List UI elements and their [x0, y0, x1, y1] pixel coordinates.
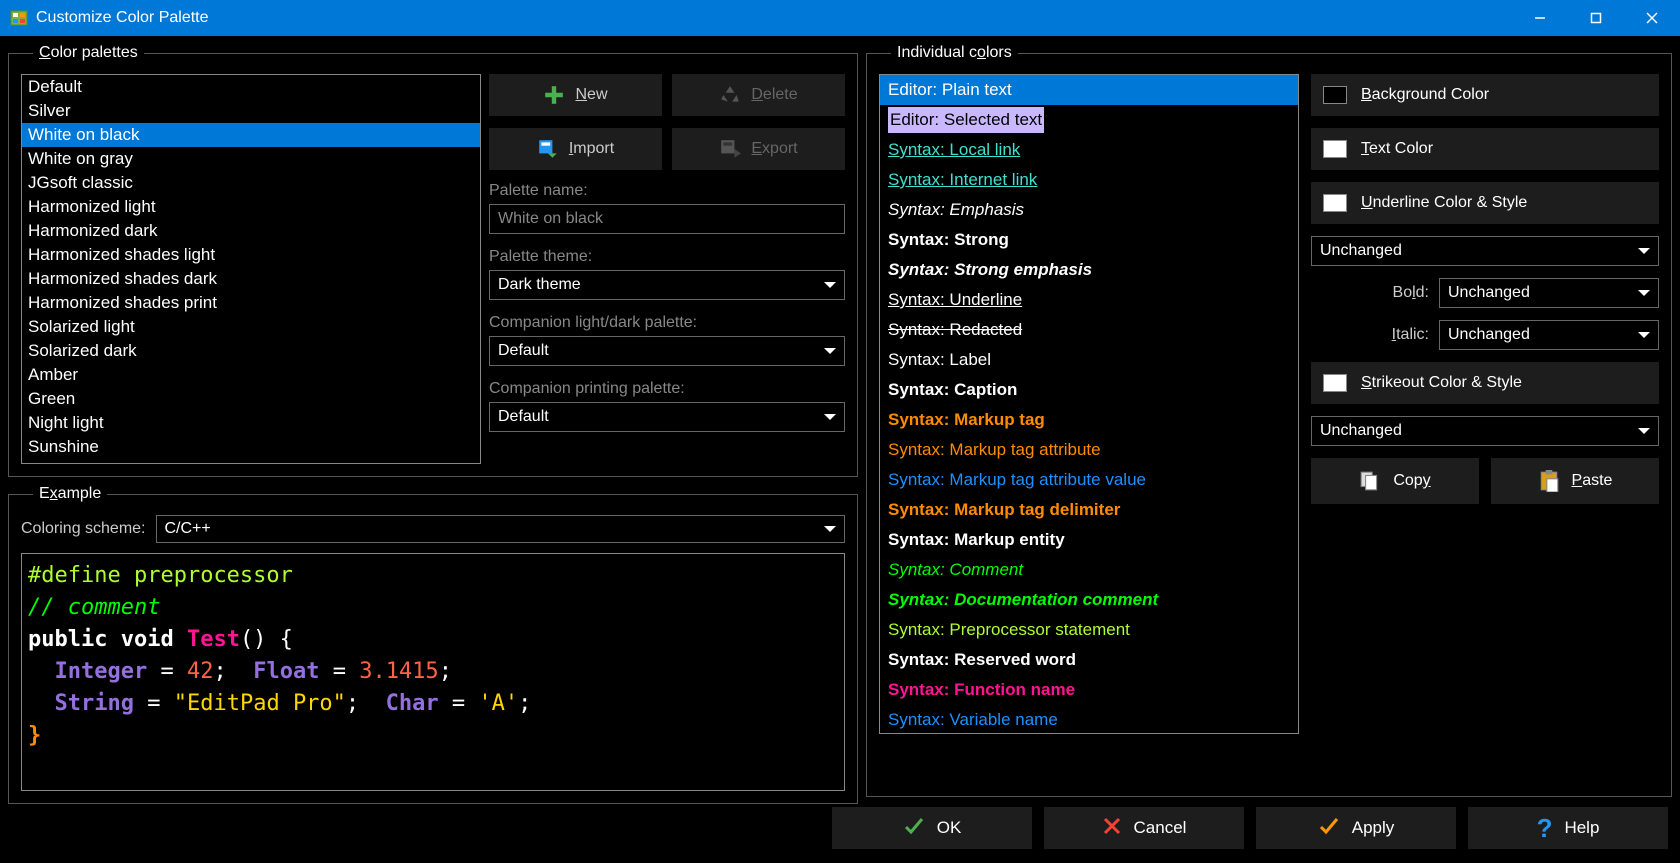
ok-button[interactable]: OK — [832, 807, 1032, 849]
plus-icon — [543, 84, 565, 106]
maximize-button[interactable] — [1568, 0, 1624, 36]
background-color-button[interactable]: Background Color — [1311, 74, 1659, 116]
palette-list-item[interactable]: Harmonized shades print — [22, 291, 480, 315]
new-button[interactable]: New — [489, 74, 662, 116]
color-list-item[interactable]: Syntax: Emphasis — [880, 195, 1298, 225]
x-icon — [1102, 816, 1122, 841]
example-group: Example Coloring scheme: C/C++ #define p… — [8, 485, 858, 804]
color-list-item[interactable]: Syntax: Documentation comment — [880, 585, 1298, 615]
palette-list-item[interactable]: Harmonized shades light — [22, 243, 480, 267]
color-list-item[interactable]: Syntax: Local link — [880, 135, 1298, 165]
palette-theme-label: Palette theme: — [489, 248, 845, 266]
color-list-item[interactable]: Syntax: Markup entity — [880, 525, 1298, 555]
individual-legend: Individual colors — [891, 44, 1018, 62]
bold-label: Bold: — [1393, 284, 1429, 302]
italic-select[interactable]: Unchanged — [1439, 320, 1659, 350]
question-icon: ? — [1537, 813, 1553, 844]
palette-list-item[interactable]: White on gray — [22, 147, 480, 171]
text-color-button[interactable]: Text Color — [1311, 128, 1659, 170]
check-icon — [1318, 815, 1340, 842]
cancel-button[interactable]: Cancel — [1044, 807, 1244, 849]
palette-theme-select[interactable]: Dark theme — [489, 270, 845, 300]
palette-list-item[interactable]: Silver — [22, 99, 480, 123]
italic-label: Italic: — [1392, 326, 1429, 344]
palette-list-item[interactable]: Log cabin — [22, 459, 480, 464]
bold-select[interactable]: Unchanged — [1439, 278, 1659, 308]
palette-list-item[interactable]: Amber — [22, 363, 480, 387]
color-list-item[interactable]: Syntax: Strong emphasis — [880, 255, 1298, 285]
copy-button[interactable]: Copy — [1311, 458, 1479, 504]
coloring-scheme-select[interactable]: C/C++ — [156, 515, 846, 543]
underline-swatch — [1323, 194, 1347, 212]
strikeout-swatch — [1323, 374, 1347, 392]
underline-color-button[interactable]: Underline Color & Style — [1311, 182, 1659, 224]
color-list-item[interactable]: Syntax: Strong — [880, 225, 1298, 255]
check-icon — [903, 815, 925, 842]
palette-list[interactable]: DefaultSilverWhite on blackWhite on gray… — [21, 74, 481, 464]
palette-list-item[interactable]: Solarized light — [22, 315, 480, 339]
window-title: Customize Color Palette — [36, 9, 209, 27]
color-list-item[interactable]: Syntax: Variable name — [880, 705, 1298, 734]
copy-icon — [1359, 470, 1381, 492]
color-list-item[interactable]: Syntax: Underline — [880, 285, 1298, 315]
individual-colors-group: Individual colors Editor: Plain textEdit… — [866, 44, 1672, 797]
app-icon — [10, 9, 28, 27]
palettes-legend: Color palettes — [33, 44, 144, 62]
paste-icon — [1538, 470, 1560, 492]
color-list-item[interactable]: Syntax: Markup tag attribute — [880, 435, 1298, 465]
titlebar: Customize Color Palette — [0, 0, 1680, 36]
export-icon — [719, 138, 741, 160]
color-list-item[interactable]: Syntax: Markup tag — [880, 405, 1298, 435]
companion-ld-label: Companion light/dark palette: — [489, 314, 845, 332]
color-list[interactable]: Editor: Plain textEditor: Selected textS… — [879, 74, 1299, 734]
import-icon — [537, 138, 559, 160]
text-swatch — [1323, 140, 1347, 158]
palette-list-item[interactable]: Default — [22, 75, 480, 99]
palette-list-item[interactable]: Sunshine — [22, 435, 480, 459]
bottom-bar: OK Cancel Apply ? Help — [0, 805, 1680, 863]
color-list-item[interactable]: Syntax: Internet link — [880, 165, 1298, 195]
export-button[interactable]: Export — [672, 128, 845, 170]
palette-list-item[interactable]: JGsoft classic — [22, 171, 480, 195]
color-list-item[interactable]: Editor: Plain text — [880, 75, 1298, 105]
color-list-item[interactable]: Syntax: Markup tag attribute value — [880, 465, 1298, 495]
color-list-item[interactable]: Syntax: Reserved word — [880, 645, 1298, 675]
import-button[interactable]: Import — [489, 128, 662, 170]
color-list-item[interactable]: Syntax: Caption — [880, 375, 1298, 405]
recycle-icon — [719, 84, 741, 106]
help-button[interactable]: ? Help — [1468, 807, 1668, 849]
companion-print-label: Companion printing palette: — [489, 380, 845, 398]
apply-button[interactable]: Apply — [1256, 807, 1456, 849]
close-button[interactable] — [1624, 0, 1680, 36]
color-list-item[interactable]: Syntax: Markup tag delimiter — [880, 495, 1298, 525]
delete-button[interactable]: Delete — [672, 74, 845, 116]
code-preview[interactable]: #define preprocessor // comment public v… — [21, 553, 845, 791]
underline-style-select[interactable]: Unchanged — [1311, 236, 1659, 266]
palette-list-item[interactable]: Harmonized light — [22, 195, 480, 219]
color-list-item[interactable]: Editor: Selected text — [880, 105, 1298, 135]
color-list-item[interactable]: Syntax: Redacted — [880, 315, 1298, 345]
palettes-group: Color palettes DefaultSilverWhite on bla… — [8, 44, 858, 477]
strikeout-color-button[interactable]: Strikeout Color & Style — [1311, 362, 1659, 404]
bg-swatch — [1323, 86, 1347, 104]
example-legend: Example — [33, 485, 107, 503]
palette-list-item[interactable]: Harmonized dark — [22, 219, 480, 243]
strikeout-style-select[interactable]: Unchanged — [1311, 416, 1659, 446]
paste-button[interactable]: Paste — [1491, 458, 1659, 504]
companion-print-select[interactable]: Default — [489, 402, 845, 432]
palette-list-item[interactable]: Harmonized shades dark — [22, 267, 480, 291]
color-list-item[interactable]: Syntax: Function name — [880, 675, 1298, 705]
palette-list-item[interactable]: White on black — [22, 123, 480, 147]
palette-list-item[interactable]: Night light — [22, 411, 480, 435]
color-list-item[interactable]: Syntax: Comment — [880, 555, 1298, 585]
companion-ld-select[interactable]: Default — [489, 336, 845, 366]
coloring-scheme-label: Coloring scheme: — [21, 520, 146, 538]
minimize-button[interactable] — [1512, 0, 1568, 36]
palette-list-item[interactable]: Solarized dark — [22, 339, 480, 363]
color-list-item[interactable]: Syntax: Preprocessor statement — [880, 615, 1298, 645]
palette-name-input[interactable] — [489, 204, 845, 234]
palette-list-item[interactable]: Green — [22, 387, 480, 411]
color-list-item[interactable]: Syntax: Label — [880, 345, 1298, 375]
palette-name-label: Palette name: — [489, 182, 845, 200]
